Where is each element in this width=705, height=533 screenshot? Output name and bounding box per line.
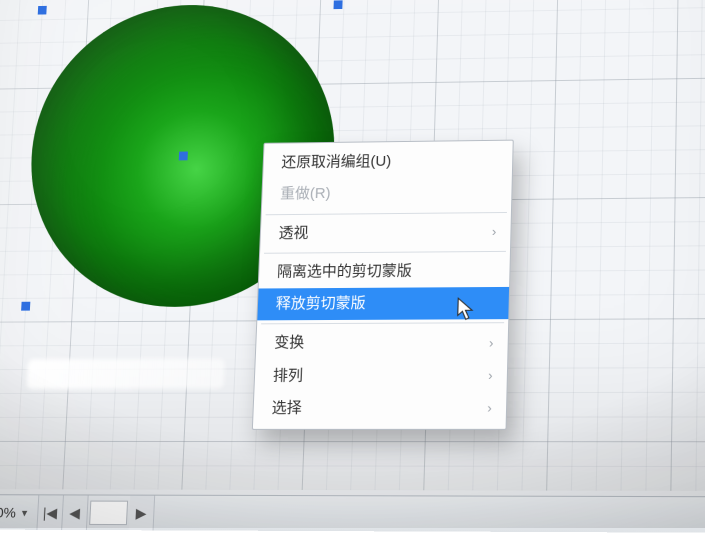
menu-item-label: 重做(R) (280, 184, 331, 204)
menu-item-label: 排列 (273, 366, 304, 386)
selection-handle-center[interactable] (179, 152, 188, 161)
context-menu: 还原取消编组(U) 重做(R) 透视 › 隔离选中的剪切蒙版 释放剪切蒙版 变换… (252, 140, 514, 430)
status-bar: 0% ▾ |◀ ◀ ▶ (0, 494, 705, 532)
chevron-right-icon: › (488, 367, 493, 385)
menu-item-release-clip-mask[interactable]: 释放剪切蒙版 (257, 287, 509, 321)
nav-first-icon: |◀ (42, 504, 57, 521)
page-number-field[interactable] (89, 501, 128, 526)
menu-item-label: 透视 (278, 223, 309, 243)
zoom-control[interactable]: 0% ▾ (0, 495, 39, 530)
selection-handle-bottom-left[interactable] (21, 302, 30, 311)
selection-handle-top-right[interactable] (334, 0, 343, 9)
menu-item-perspective[interactable]: 透视 › (260, 215, 511, 249)
nav-next-icon: ▶ (135, 504, 147, 521)
chevron-right-icon: › (489, 334, 494, 352)
dropdown-icon: ▾ (21, 506, 27, 519)
nav-first-button[interactable]: |◀ (37, 495, 64, 530)
menu-item-transform[interactable]: 变换 › (256, 326, 508, 359)
menu-separator (266, 211, 507, 214)
menu-separator (264, 251, 506, 254)
menu-item-isolate-clip-mask[interactable]: 隔离选中的剪切蒙版 (259, 255, 510, 289)
selection-handle-top-left[interactable] (38, 6, 47, 15)
menu-item-label: 变换 (274, 333, 305, 353)
menu-item-undo[interactable]: 还原取消编组(U) (263, 145, 513, 180)
menu-separator (261, 322, 504, 324)
nav-prev-icon: ◀ (69, 504, 81, 521)
menu-item-arrange[interactable]: 排列 › (254, 359, 507, 392)
menu-item-label: 隔离选中的剪切蒙版 (277, 261, 412, 282)
chevron-right-icon: › (492, 223, 497, 241)
nav-prev-button[interactable]: ◀ (62, 495, 89, 530)
zoom-value: 0% (0, 504, 16, 520)
menu-item-label: 还原取消编组(U) (281, 152, 391, 173)
menu-item-select[interactable]: 选择 › (253, 392, 506, 425)
screen-glare (26, 358, 224, 388)
chevron-right-icon: › (487, 399, 492, 417)
nav-next-button[interactable]: ▶ (128, 496, 155, 531)
menu-item-label: 释放剪切蒙版 (275, 294, 366, 315)
menu-item-label: 选择 (271, 398, 302, 418)
menu-item-redo: 重做(R) (262, 176, 512, 210)
